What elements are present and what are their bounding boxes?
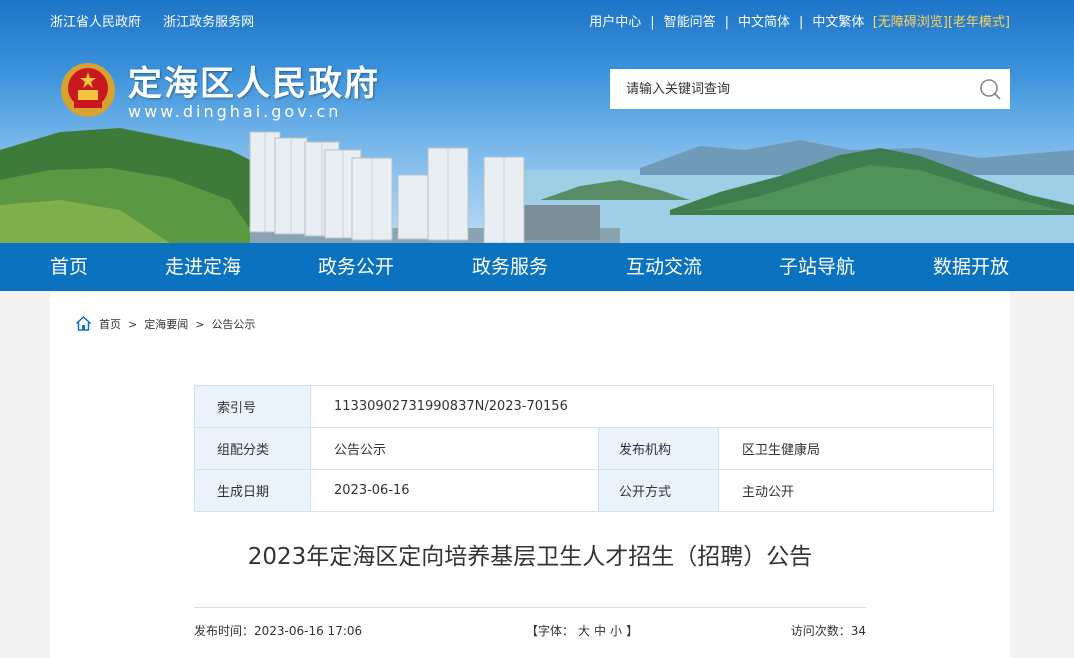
nav-open-data[interactable]: 数据开放: [933, 243, 1009, 291]
table-row: 生成日期 2023-06-16 公开方式 主动公开: [194, 469, 994, 512]
breadcrumb-home[interactable]: 首页: [99, 318, 121, 331]
accessible-mode-link[interactable]: [无障碍浏览]: [873, 15, 948, 30]
font-large-button[interactable]: 大: [578, 624, 590, 638]
font-small-button[interactable]: 小: [610, 624, 622, 638]
separator: |: [799, 15, 804, 30]
traditional-chinese-link[interactable]: 中文繁体: [812, 15, 864, 30]
category-value: 公告公示: [310, 427, 599, 470]
article-title: 2023年定海区定向培养基层卫生人才招生（招聘）公告: [247, 544, 813, 570]
city-landscape-illustration: [0, 128, 1074, 243]
nav-home[interactable]: 首页: [50, 243, 88, 291]
header-banner: 浙江省人民政府 浙江政务服务网 用户中心 | 智能问答 | 中文简体 | 中文繁体 [无障碍…: [0, 0, 1074, 243]
font-size-control: 【字体：大中小】: [524, 622, 640, 639]
publish-time: 发布时间：2023-06-16 17:06: [194, 624, 363, 638]
index-label: 索引号: [194, 385, 311, 428]
document-meta-table: 索引号 11330902731990837N/2023-70156 组配分类 公…: [194, 385, 994, 512]
separator: |: [650, 15, 655, 30]
home-icon[interactable]: [75, 315, 92, 332]
table-row: 索引号 11330902731990837N/2023-70156: [194, 385, 994, 428]
divider: [194, 607, 866, 608]
main-nav: 首页 走进定海 政务公开 政务服务 互动交流 子站导航 数据开放: [0, 243, 1074, 291]
visit-count: 访问次数：34: [790, 624, 866, 638]
breadcrumb-notice[interactable]: 公告公示: [211, 318, 255, 331]
user-center-link[interactable]: 用户中心: [589, 15, 641, 30]
table-row: 组配分类 公告公示 发布机构 区卫生健康局: [194, 427, 994, 470]
font-size-prefix: 【字体：: [526, 624, 575, 638]
elder-mode-link[interactable]: [老年模式]: [948, 15, 1010, 30]
chevron-right-icon: >: [128, 318, 138, 331]
breadcrumb-news[interactable]: 定海要闻: [144, 318, 188, 331]
site-title[interactable]: 定海区人民政府: [128, 56, 380, 105]
category-label: 组配分类: [194, 427, 311, 470]
font-medium-button[interactable]: 中: [594, 624, 606, 638]
search-icon[interactable]: [979, 78, 1001, 100]
nav-government-services[interactable]: 政务服务: [472, 243, 548, 291]
date-value: 2023-06-16: [310, 469, 599, 512]
nav-about-dinghai[interactable]: 走进定海: [165, 243, 241, 291]
mode-label: 公开方式: [598, 469, 719, 512]
national-emblem-icon: [61, 63, 115, 117]
smart-qa-link[interactable]: 智能问答: [664, 15, 716, 30]
nav-interaction[interactable]: 互动交流: [626, 243, 702, 291]
org-value: 区卫生健康局: [718, 427, 994, 470]
font-size-suffix: 】: [626, 624, 639, 638]
search-input[interactable]: [610, 69, 966, 109]
site-url: www.dinghai.gov.cn: [128, 102, 342, 121]
org-label: 发布机构: [598, 427, 719, 470]
search-box: [610, 69, 1010, 109]
index-value: 11330902731990837N/2023-70156: [310, 385, 994, 428]
nav-substation[interactable]: 子站导航: [779, 243, 855, 291]
chevron-right-icon: >: [195, 318, 205, 331]
mode-value: 主动公开: [718, 469, 994, 512]
nav-government-affairs[interactable]: 政务公开: [318, 243, 394, 291]
simplified-chinese-link[interactable]: 中文简体: [738, 15, 790, 30]
separator: |: [724, 15, 729, 30]
top-links: 浙江省人民政府 浙江政务服务网: [50, 11, 272, 30]
breadcrumb: 首页 > 定海要闻 > 公告公示: [75, 315, 255, 332]
main-content: 首页 > 定海要闻 > 公告公示 索引号 11330902731990837N/2023…: [50, 291, 1010, 658]
utility-links: 用户中心 | 智能问答 | 中文简体 | 中文繁体 [无障碍浏览][老年模式]: [589, 11, 1010, 30]
link-zhejiang-service[interactable]: 浙江政务服务网: [163, 15, 254, 30]
link-zhejiang-gov[interactable]: 浙江省人民政府: [50, 15, 141, 30]
date-label: 生成日期: [194, 469, 311, 512]
